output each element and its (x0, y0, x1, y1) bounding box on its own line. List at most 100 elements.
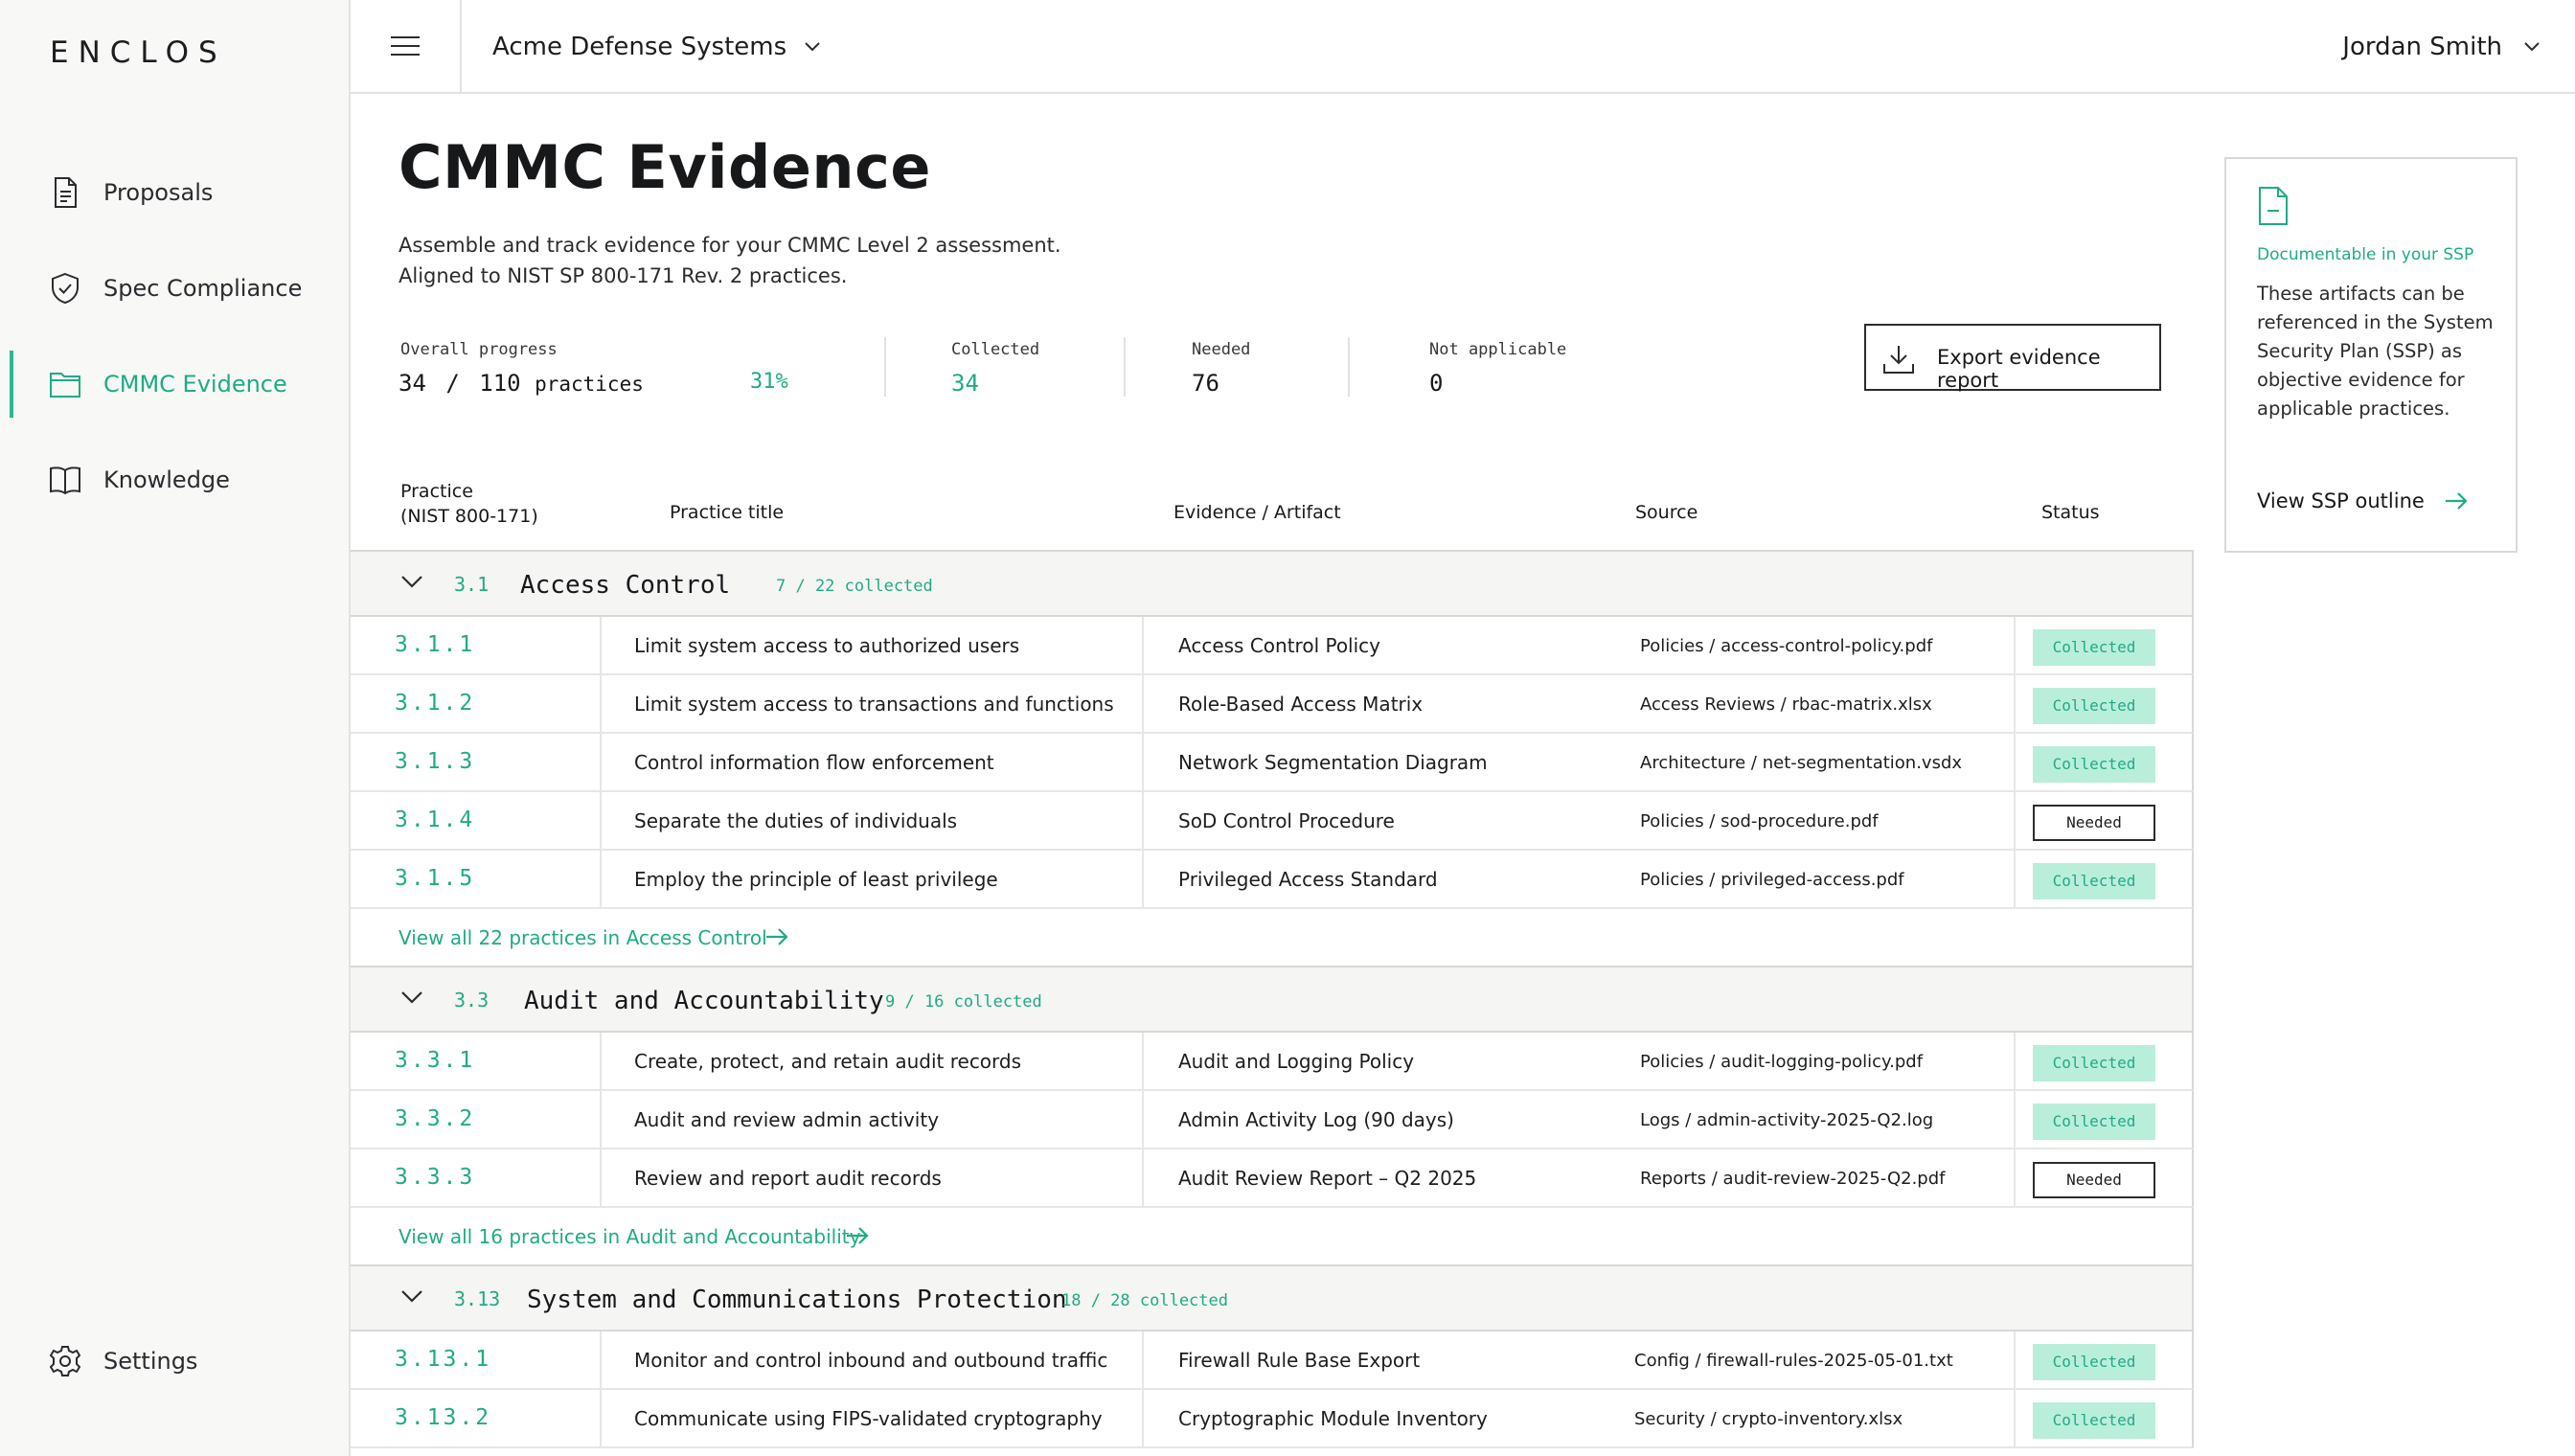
col-header-line: Practice (400, 481, 473, 502)
evidence-artifact[interactable]: Audit Review Report – Q2 2025 (1178, 1167, 1476, 1190)
evidence-artifact[interactable]: Network Segmentation Diagram (1178, 751, 1488, 774)
top-bar: Acme Defense Systems Jordan Smith (351, 0, 2575, 94)
col-header-source[interactable]: Source (1635, 500, 1698, 525)
user-menu[interactable]: Jordan Smith (2342, 33, 2541, 61)
practice-id[interactable]: 3.1.2 (395, 691, 475, 716)
table-row[interactable]: 3.3.1 Create, protect, and retain audit … (351, 1033, 2194, 1091)
practice-id[interactable]: 3.1.4 (395, 808, 475, 832)
cell-divider (600, 1390, 602, 1448)
evidence-source[interactable]: Policies / audit-logging-policy.pdf (1640, 1052, 1923, 1072)
cell-divider (2014, 1033, 2016, 1091)
sidebar-item-spec-compliance[interactable]: Spec Compliance (0, 255, 349, 322)
status-badge[interactable]: Collected (2033, 1344, 2155, 1380)
group-id: 3.13 (454, 1287, 501, 1310)
practice-id[interactable]: 3.13.1 (395, 1347, 491, 1372)
status-badge[interactable]: Collected (2033, 629, 2155, 666)
practice-title: Employ the principle of least privilege (634, 868, 998, 891)
view-ssp-outline-link[interactable]: View SSP outline (2257, 489, 2469, 512)
practice-id[interactable]: 3.1.1 (395, 632, 475, 657)
evidence-source[interactable]: Security / crypto-inventory.xlsx (1634, 1409, 1903, 1429)
practice-id[interactable]: 3.3.1 (395, 1048, 475, 1073)
cell-divider (2014, 1331, 2016, 1390)
table-row[interactable]: 3.1.2 Limit system access to transaction… (351, 675, 2194, 734)
status-badge[interactable]: Collected (2033, 688, 2155, 724)
evidence-source[interactable]: Config / firewall-rules-2025-05-01.txt (1634, 1351, 1953, 1371)
overall-total: 110 (479, 370, 521, 397)
evidence-source[interactable]: Access Reviews / rbac-matrix.xlsx (1640, 694, 1932, 715)
practice-id[interactable]: 3.3.3 (395, 1165, 475, 1190)
practice-title: Control information flow enforcement (634, 751, 994, 774)
col-header-practice[interactable]: Practice (NIST 800-171) (400, 479, 538, 529)
sidebar-item-knowledge[interactable]: Knowledge (0, 446, 349, 513)
sidebar-item-cmmc-evidence[interactable]: CMMC Evidence (0, 351, 349, 418)
status-badge[interactable]: Collected (2033, 1402, 2155, 1439)
document-icon (55, 177, 77, 208)
evidence-source[interactable]: Policies / privileged-access.pdf (1640, 870, 1904, 890)
chevron-down-icon (401, 991, 422, 1004)
stat-divider (884, 337, 886, 397)
cell-divider (600, 1091, 602, 1149)
col-header-status[interactable]: Status (2041, 500, 2100, 525)
status-badge[interactable]: Collected (2033, 1103, 2155, 1140)
status-badge[interactable]: Collected (2033, 1045, 2155, 1081)
practice-id[interactable]: 3.13.2 (395, 1405, 491, 1430)
practice-title: Audit and review admin activity (634, 1108, 940, 1131)
evidence-artifact[interactable]: Cryptographic Module Inventory (1178, 1407, 1488, 1430)
group-header-audit-accountability[interactable]: 3.3 Audit and Accountability 9 / 16 coll… (351, 966, 2194, 1033)
sidebar-item-proposals[interactable]: Proposals (0, 159, 349, 226)
practice-id[interactable]: 3.1.5 (395, 866, 475, 891)
table-row[interactable]: 3.1.3 Control information flow enforceme… (351, 734, 2194, 792)
table-row[interactable]: 3.1.1 Limit system access to authorized … (351, 617, 2194, 675)
org-selector[interactable]: Acme Defense Systems (492, 33, 821, 61)
view-all-audit-accountability-link[interactable]: View all 16 practices in Audit and Accou… (351, 1208, 2194, 1265)
evidence-source[interactable]: Logs / admin-activity-2025-Q2.log (1640, 1110, 1933, 1130)
table-row[interactable]: 3.3.2 Audit and review admin activity Ad… (351, 1091, 2194, 1149)
cell-divider (600, 851, 602, 909)
sidebar-item-label: CMMC Evidence (103, 371, 287, 398)
cell-divider (2014, 675, 2016, 734)
menu-button[interactable] (351, 0, 462, 92)
status-badge[interactable]: Needed (2033, 1162, 2155, 1198)
evidence-artifact[interactable]: Privileged Access Standard (1178, 868, 1438, 891)
col-header-title[interactable]: Practice title (670, 500, 784, 525)
collected-value: 34 (951, 370, 979, 397)
practice-title: Create, protect, and retain audit record… (634, 1050, 1022, 1073)
view-all-access-control-link[interactable]: View all 22 practices in Access Control (351, 909, 2194, 967)
evidence-artifact[interactable]: Role-Based Access Matrix (1178, 693, 1423, 716)
cell-divider (1142, 1091, 1144, 1149)
col-header-evidence[interactable]: Evidence / Artifact (1174, 500, 1341, 525)
practice-id[interactable]: 3.1.3 (395, 749, 475, 774)
status-badge[interactable]: Collected (2033, 863, 2155, 899)
overall-progress-value: 34 / 110 practices (399, 370, 644, 397)
table-row[interactable]: 3.1.5 Employ the principle of least priv… (351, 851, 2194, 909)
group-name: System and Communications Protection (527, 1285, 1067, 1314)
evidence-artifact[interactable]: Admin Activity Log (90 days) (1178, 1108, 1454, 1131)
stat-divider (1124, 337, 1126, 397)
sidebar-item-label: Spec Compliance (103, 275, 303, 302)
table-row[interactable]: 3.13.2 Communicate using FIPS-validated … (351, 1390, 2194, 1448)
table-row[interactable]: 3.3.3 Review and report audit records Au… (351, 1149, 2194, 1208)
table-row[interactable]: 3.1.4 Separate the duties of individuals… (351, 792, 2194, 851)
evidence-artifact[interactable]: Audit and Logging Policy (1178, 1050, 1414, 1073)
evidence-artifact[interactable]: SoD Control Procedure (1178, 809, 1395, 832)
evidence-artifact[interactable]: Access Control Policy (1178, 634, 1380, 657)
practice-id[interactable]: 3.3.2 (395, 1106, 475, 1131)
overall-separator: / (445, 370, 460, 397)
group-header-access-control[interactable]: 3.1 Access Control 7 / 22 collected (351, 550, 2194, 617)
cell-divider (600, 617, 602, 675)
sidebar-item-settings[interactable]: Settings (0, 1328, 349, 1395)
status-badge[interactable]: Needed (2033, 805, 2155, 841)
status-badge[interactable]: Collected (2033, 746, 2155, 783)
brand-logo[interactable]: ENCLOS (50, 35, 227, 70)
evidence-artifact[interactable]: Firewall Rule Base Export (1178, 1349, 1420, 1372)
evidence-source[interactable]: Reports / audit-review-2025-Q2.pdf (1640, 1169, 1946, 1189)
practice-title: Review and report audit records (634, 1167, 942, 1190)
table-row[interactable]: 3.13.1 Monitor and control inbound and o… (351, 1331, 2194, 1390)
org-name: Acme Defense Systems (492, 33, 787, 61)
export-evidence-report-button[interactable]: Export evidence report (1864, 324, 2161, 392)
evidence-source[interactable]: Policies / access-control-policy.pdf (1640, 636, 1932, 656)
cell-divider (1142, 1331, 1144, 1390)
evidence-source[interactable]: Architecture / net-segmentation.vsdx (1640, 753, 1962, 773)
evidence-source[interactable]: Policies / sod-procedure.pdf (1640, 811, 1879, 831)
group-header-system-communications[interactable]: 3.13 System and Communications Protectio… (351, 1264, 2194, 1331)
